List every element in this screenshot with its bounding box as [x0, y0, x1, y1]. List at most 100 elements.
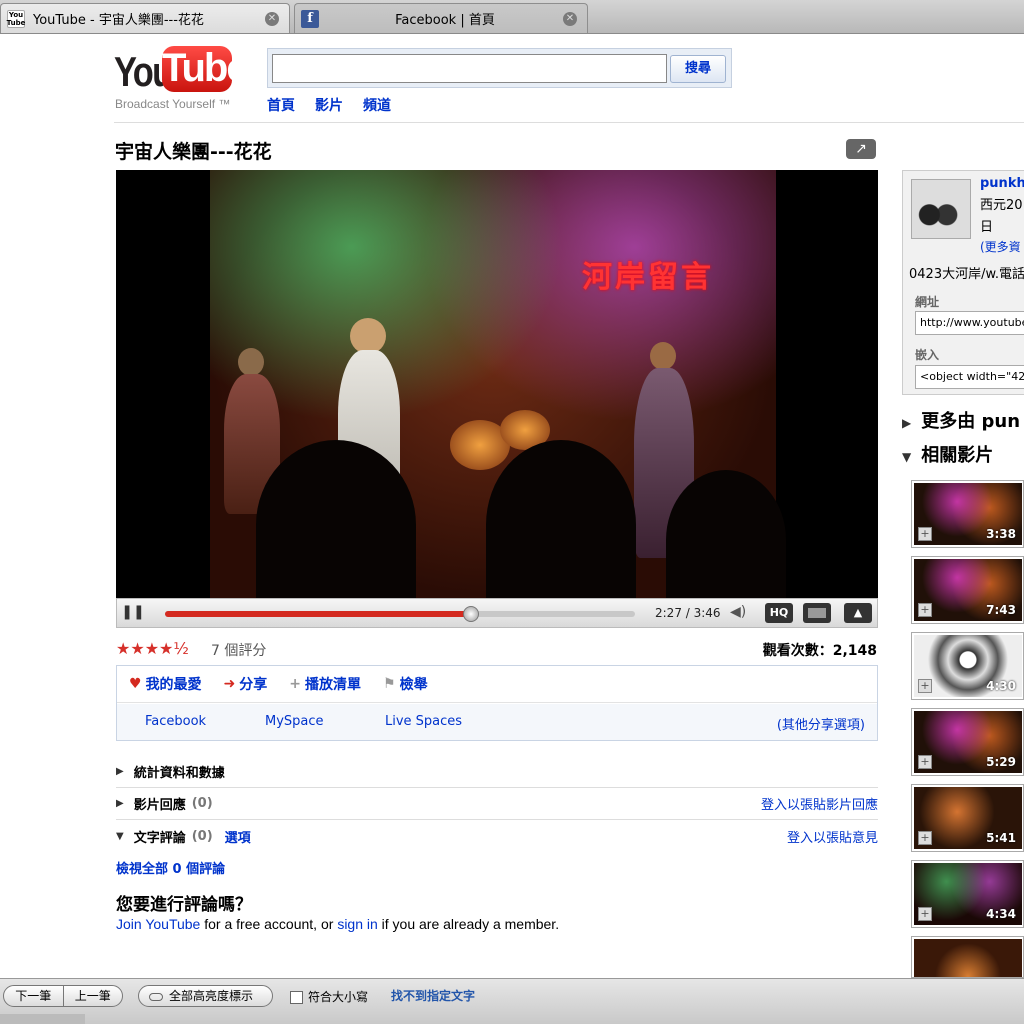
close-tab-icon[interactable]: ✕	[265, 11, 279, 26]
share-myspace-link[interactable]: MySpace	[265, 714, 324, 729]
browser-tab-bar: You Tube YouTube - 宇宙人樂團---花花 ✕ f Faceboo…	[0, 0, 1024, 34]
view-all-comments-link[interactable]: 檢視全部 0 個評論	[116, 858, 225, 877]
stage-banner-text: 河岸留言	[582, 260, 714, 295]
stats-section-toggle[interactable]: ▶ 統計資料和數據	[116, 756, 878, 788]
add-to-quicklist-icon[interactable]: +	[918, 603, 932, 617]
status-bar	[0, 1014, 85, 1024]
uploader-avatar[interactable]	[911, 179, 971, 239]
share-button[interactable]: ➜ 分享	[224, 674, 268, 694]
rating-stars[interactable]: ★★★★½	[116, 639, 189, 658]
video-duration: 4:30	[986, 679, 1016, 693]
close-tab-icon[interactable]: ✕	[563, 11, 577, 26]
join-youtube-link[interactable]: Join YouTube	[116, 916, 200, 932]
player-controls: ❚❚ 2:27 / 3:46 ◀) HQ ▲	[116, 598, 878, 628]
text-comments-section-toggle[interactable]: ▼ 文字評論 (0) 選項 登入以張貼意見	[116, 820, 878, 852]
url-field[interactable]: http://www.youtube.	[915, 311, 1024, 335]
upload-date: 西元20 日	[980, 198, 1023, 235]
hq-button[interactable]: HQ	[765, 603, 793, 623]
flag-icon: ⚑	[383, 676, 396, 692]
related-video-thumbnail[interactable]	[911, 936, 1024, 978]
favorite-button[interactable]: ♥ 我的最愛	[129, 674, 202, 694]
fullscreen-icon[interactable]: ▲	[844, 603, 872, 623]
post-comment-link[interactable]: 登入以張貼意見	[787, 827, 878, 846]
video-responses-label: 影片回應	[133, 798, 186, 813]
related-video-thumbnail[interactable]: +4:30	[911, 632, 1024, 700]
find-status-text: 找不到指定文字	[391, 989, 476, 1003]
uploader-username-link[interactable]: punkhe	[980, 176, 1024, 191]
favorite-label: 我的最愛	[145, 677, 202, 693]
url-label: 網址	[915, 295, 940, 309]
find-nav-buttons: 下一筆 上一筆	[3, 985, 123, 1007]
progress-bar[interactable]	[165, 606, 635, 622]
video-duration: 3:38	[986, 527, 1016, 541]
text-comments-count: (0)	[191, 828, 213, 844]
match-case-checkbox[interactable]: 符合大小寫	[290, 988, 368, 1005]
action-row: ♥ 我的最愛 ➜ 分享 + 播放清單 ⚑ 檢舉	[117, 666, 877, 703]
cta-end-text: if you are already a member.	[377, 916, 560, 932]
share-facebook-link[interactable]: Facebook	[145, 714, 206, 729]
uploader-info-panel: punkhe 西元20 日 (更多資 0423大河岸/w.電話 網址 http:…	[902, 170, 1024, 395]
video-responses-section-toggle[interactable]: ▶ 影片回應 (0) 登入以張貼影片回應	[116, 788, 878, 820]
add-to-quicklist-icon[interactable]: +	[918, 679, 932, 693]
add-to-quicklist-icon[interactable]: +	[918, 527, 932, 541]
pause-icon[interactable]: ❚❚	[121, 604, 145, 624]
volume-icon[interactable]: ◀)	[730, 604, 746, 620]
more-from-label: 更多由 pun	[921, 411, 1021, 432]
more-share-options-link[interactable]: (其他分享選項)	[777, 714, 865, 733]
more-info-link[interactable]: (更多資	[980, 238, 1021, 255]
youtube-logo[interactable]: You Tube	[114, 44, 249, 94]
youtube-favicon-icon: You Tube	[6, 9, 26, 28]
related-video-thumbnail[interactable]: +5:29	[911, 708, 1024, 776]
collapse-arrow-icon: ▼	[116, 830, 124, 842]
more-from-uploader-toggle[interactable]: ▶ 更多由 pun	[902, 407, 1020, 433]
video-title: 宇宙人樂團---花花	[115, 141, 272, 163]
nav-channels[interactable]: 頻道	[363, 95, 391, 115]
tab-facebook[interactable]: f Facebook | 首頁 ✕	[294, 3, 588, 33]
search-input[interactable]	[272, 54, 667, 83]
embed-field[interactable]: <object width="425"	[915, 365, 1024, 389]
sign-in-link[interactable]: sign in	[337, 916, 377, 932]
playlist-button[interactable]: + 播放清單	[289, 674, 361, 694]
progress-handle[interactable]	[462, 606, 479, 622]
text-comments-label: 文字評論	[133, 830, 186, 846]
find-next-button[interactable]: 下一筆	[4, 986, 64, 1006]
share-label: 分享	[239, 677, 268, 693]
add-to-quicklist-icon[interactable]: +	[918, 907, 932, 921]
flag-button[interactable]: ⚑ 檢舉	[383, 674, 428, 694]
find-prev-button[interactable]: 上一筆	[64, 986, 123, 1006]
nav-home[interactable]: 首頁	[267, 95, 295, 115]
video-duration: 7:43	[986, 603, 1016, 617]
audience-head	[666, 470, 786, 598]
add-to-quicklist-icon[interactable]: +	[918, 831, 932, 845]
nav-videos[interactable]: 影片	[315, 95, 343, 115]
related-videos-toggle[interactable]: ▼ 相關影片	[902, 441, 993, 467]
plus-icon: +	[289, 676, 302, 692]
video-player[interactable]: 河岸留言	[116, 170, 878, 598]
video-duration: 5:29	[986, 755, 1016, 769]
widescreen-icon[interactable]	[803, 603, 831, 623]
related-video-thumbnail[interactable]: +3:38	[911, 480, 1024, 548]
expand-arrow-icon: ▶	[902, 416, 912, 430]
search-button[interactable]: 搜尋	[670, 55, 726, 83]
find-bar: 下一筆 上一筆 全部高亮度標示 符合大小寫 找不到指定文字	[0, 978, 1024, 1024]
video-description: 0423大河岸/w.電話	[909, 267, 1024, 282]
related-video-thumbnail[interactable]: +7:43	[911, 556, 1024, 624]
checkbox-icon	[290, 991, 303, 1004]
progress-fill	[165, 611, 471, 617]
related-video-thumbnail[interactable]: +4:34	[911, 860, 1024, 928]
highlight-all-label: 全部高亮度標示	[169, 989, 254, 1003]
logo-tube-text: Tube	[162, 46, 249, 92]
cta-mid-text: for a free account, or	[200, 916, 338, 932]
expand-arrow-icon[interactable]: ↗	[846, 139, 876, 159]
post-video-response-link[interactable]: 登入以張貼影片回應	[761, 794, 878, 813]
heart-icon: ♥	[129, 676, 142, 692]
related-video-thumbnail[interactable]: +5:41	[911, 784, 1024, 852]
header-divider	[114, 122, 1024, 123]
tab-youtube[interactable]: You Tube YouTube - 宇宙人樂團---花花 ✕	[0, 3, 290, 33]
share-livespaces-link[interactable]: Live Spaces	[385, 714, 462, 729]
share-options-row: Facebook MySpace Live Spaces (其他分享選項)	[117, 704, 877, 740]
add-to-quicklist-icon[interactable]: +	[918, 755, 932, 769]
highlight-all-button[interactable]: 全部高亮度標示	[138, 985, 273, 1007]
guitarist-head	[238, 348, 264, 376]
comment-options-link[interactable]: 選項	[225, 827, 251, 846]
